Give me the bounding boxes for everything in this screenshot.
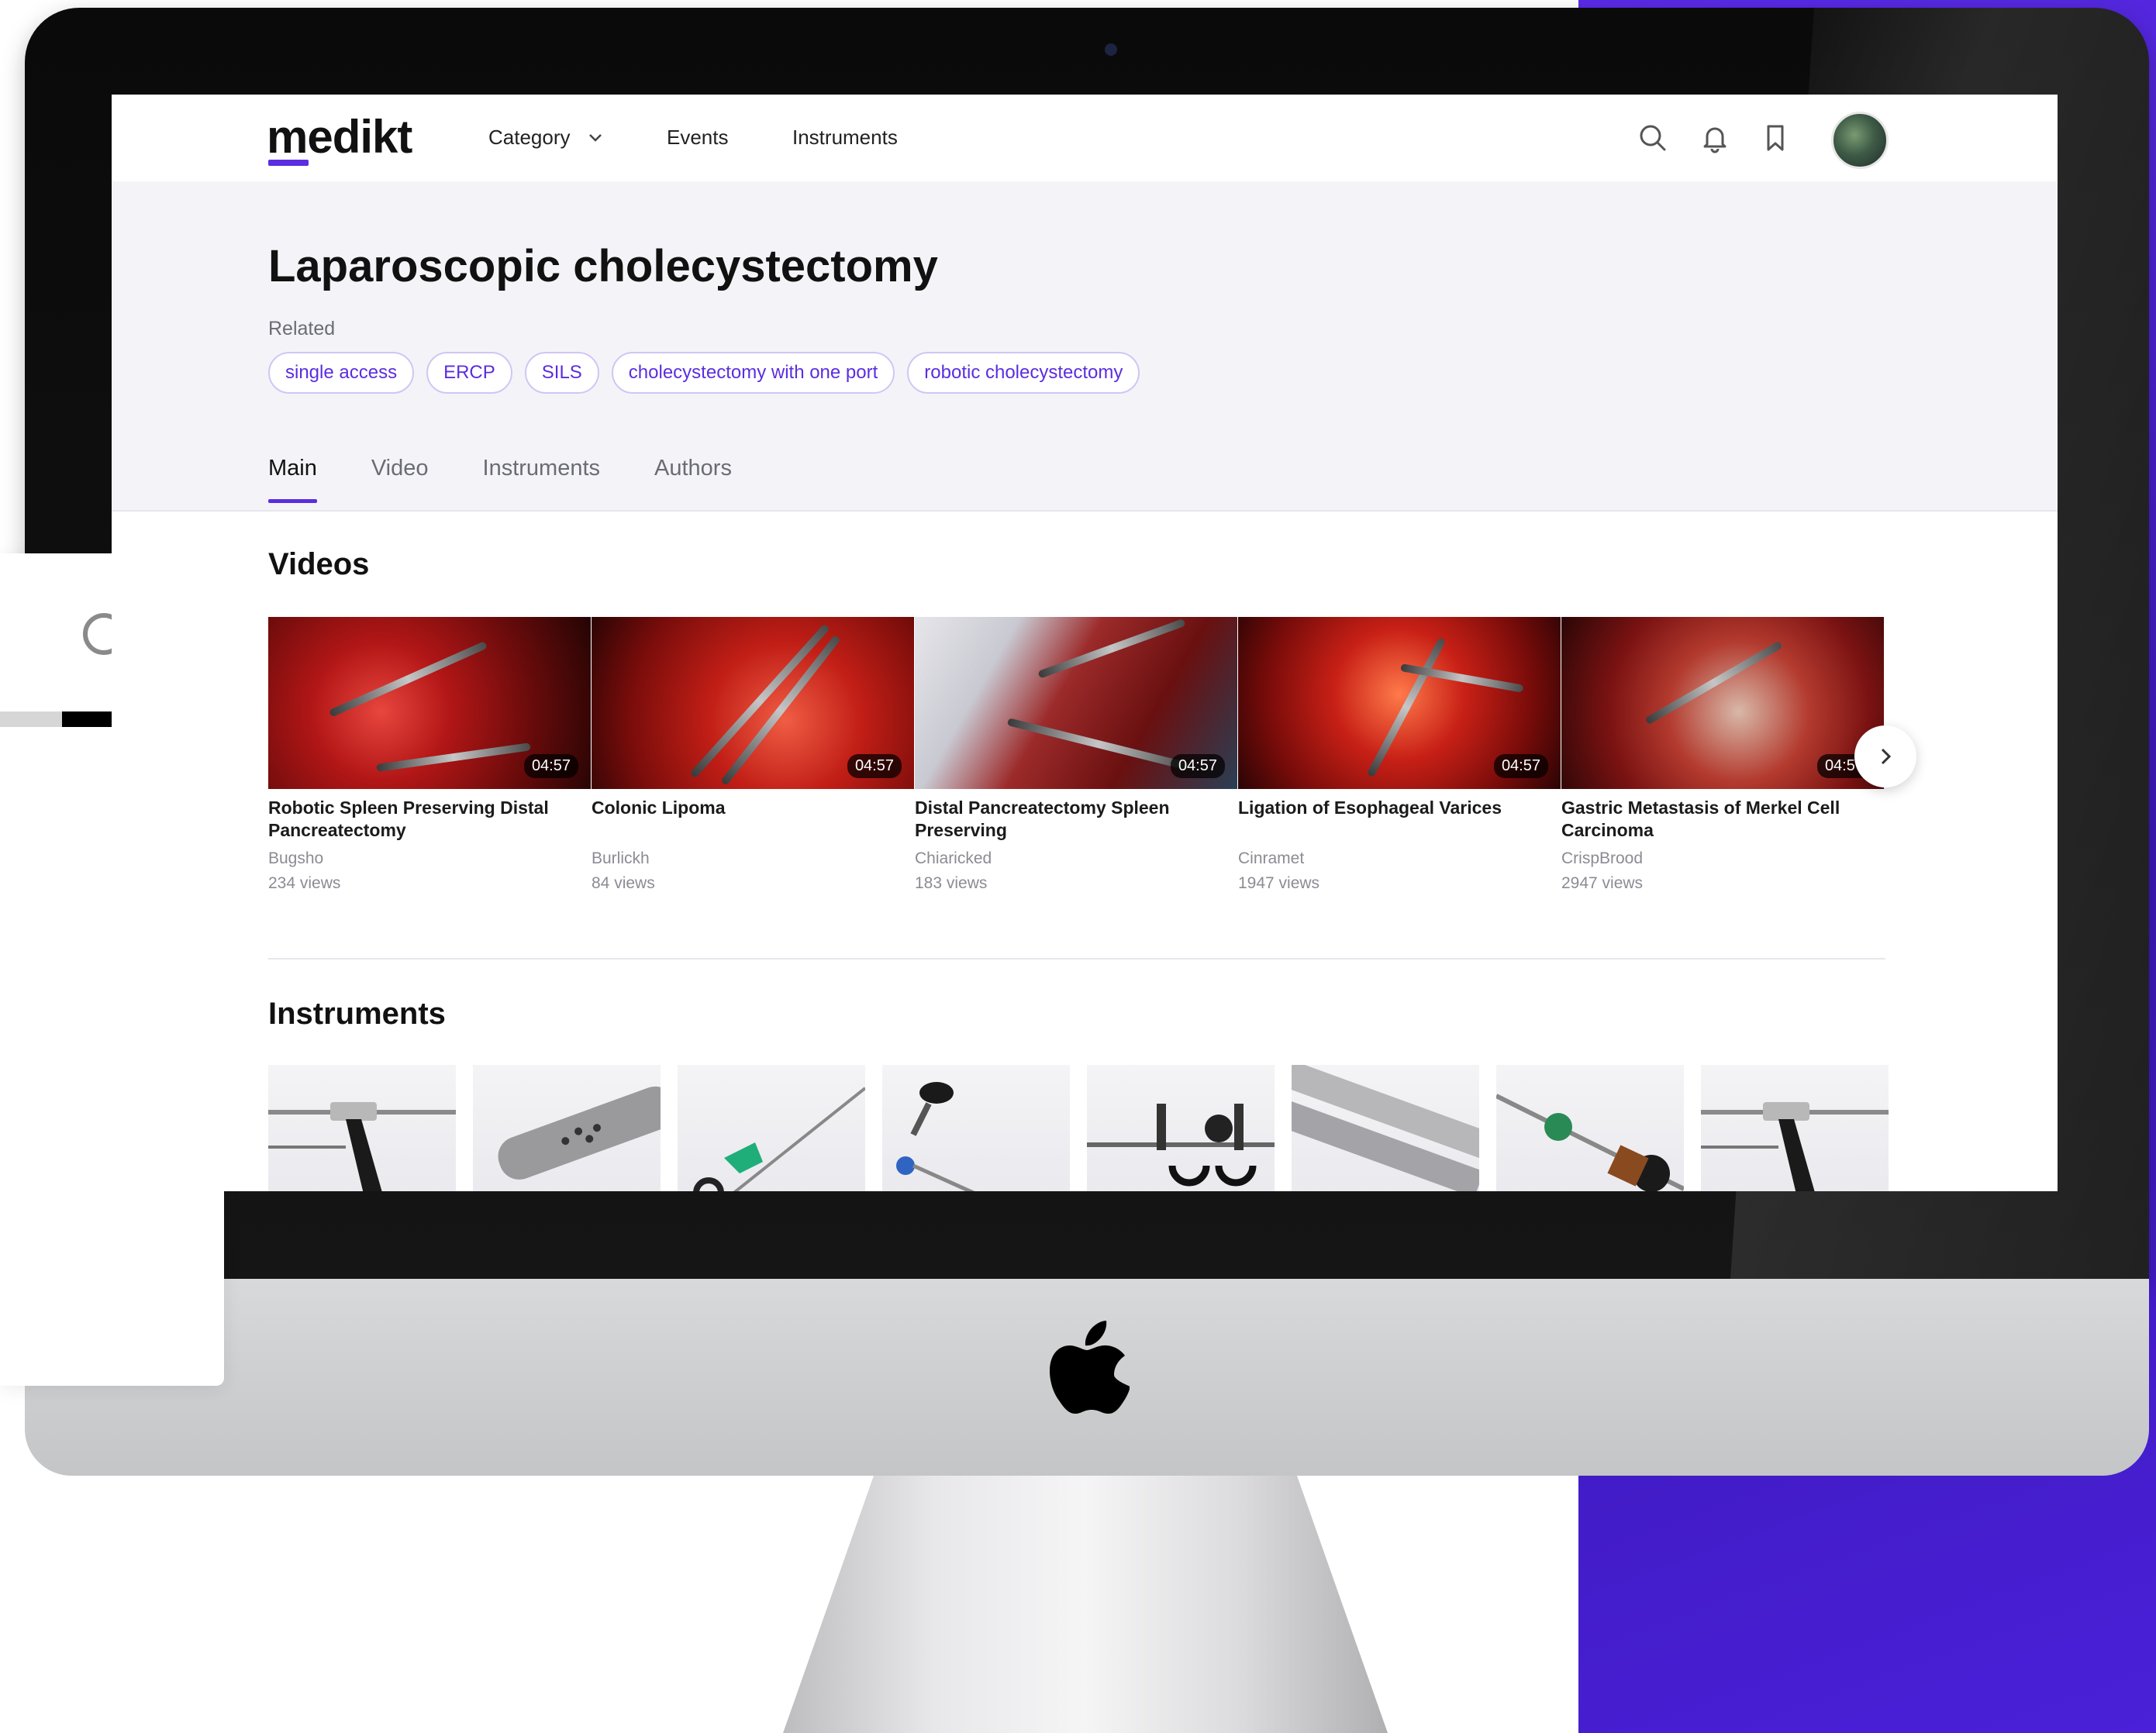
nav-category[interactable]: Category bbox=[488, 126, 571, 150]
tag-chip[interactable]: robotic cholecystectomy bbox=[907, 352, 1140, 394]
video-thumbnail[interactable]: 04:57 bbox=[915, 617, 1237, 789]
page-header: Laparoscopic cholecystectomy Related sin… bbox=[112, 181, 2058, 512]
video-author[interactable]: Burlickh bbox=[592, 849, 650, 868]
video-title[interactable]: Robotic Spleen Preserving Distal Pancrea… bbox=[268, 797, 591, 842]
video-title[interactable]: Ligation of Esophageal Varices bbox=[1238, 797, 1561, 819]
tab-instruments[interactable]: Instruments bbox=[483, 456, 601, 503]
imac-stand bbox=[783, 1476, 1388, 1733]
nav-instruments[interactable]: Instruments bbox=[792, 126, 898, 150]
tab-authors[interactable]: Authors bbox=[654, 456, 732, 503]
video-thumbnail[interactable]: 04:57 bbox=[268, 617, 591, 789]
related-label: Related bbox=[268, 318, 336, 339]
video-thumbnail[interactable]: 04:57 bbox=[1238, 617, 1561, 789]
logo[interactable]: medikt bbox=[267, 110, 412, 164]
related-tags: single access ERCP SILS cholecystectomy … bbox=[268, 352, 1140, 394]
video-title[interactable]: Distal Pancreatectomy Spleen Preserving bbox=[915, 797, 1237, 842]
camera-dot bbox=[1105, 43, 1117, 56]
apple-logo-icon bbox=[1050, 1321, 1130, 1414]
top-navbar: medikt Category Events Instruments bbox=[112, 95, 2058, 183]
video-card[interactable]: 04:57 Robotic Spleen Preserving Distal P… bbox=[268, 617, 591, 892]
video-author[interactable]: CrispBrood bbox=[1561, 849, 1643, 868]
instrument-card[interactable] bbox=[268, 1065, 456, 1191]
page-tabs: Main Video Instruments Authors bbox=[268, 456, 732, 503]
instrument-card[interactable] bbox=[1496, 1065, 1684, 1191]
tag-chip[interactable]: SILS bbox=[524, 352, 599, 394]
instrument-image bbox=[1701, 1102, 1889, 1191]
instrument-image bbox=[268, 1102, 456, 1191]
video-duration: 04:57 bbox=[1170, 754, 1225, 778]
tag-chip[interactable]: single access bbox=[268, 352, 415, 394]
page-title: Laparoscopic cholecystectomy bbox=[268, 241, 938, 291]
instrument-card[interactable] bbox=[1701, 1065, 1889, 1191]
instrument-image bbox=[498, 1086, 661, 1180]
tag-chip[interactable]: ERCP bbox=[426, 352, 512, 394]
tab-main[interactable]: Main bbox=[268, 456, 317, 503]
tag-chip[interactable]: cholecystectomy with one port bbox=[611, 352, 895, 394]
video-card[interactable]: 04:57 Colonic Lipoma Burlickh 84 views bbox=[592, 617, 914, 892]
instrument-card[interactable] bbox=[1087, 1065, 1275, 1191]
instrument-image bbox=[1496, 1094, 1684, 1191]
section-divider bbox=[268, 958, 1885, 960]
instrument-card[interactable] bbox=[678, 1065, 865, 1191]
instrument-card[interactable] bbox=[882, 1065, 1070, 1191]
instrument-image bbox=[1292, 1065, 1479, 1191]
avatar[interactable] bbox=[1831, 112, 1889, 169]
chevron-down-icon[interactable] bbox=[586, 129, 605, 147]
video-views: 1947 views bbox=[1238, 874, 1320, 892]
carousel-next-button[interactable] bbox=[1854, 725, 1916, 787]
video-thumbnail[interactable]: 04:57 bbox=[1561, 617, 1884, 789]
video-duration: 04:57 bbox=[847, 754, 902, 778]
app-screen: medikt Category Events Instruments Lapar… bbox=[112, 95, 2058, 1191]
video-duration: 04:57 bbox=[1493, 754, 1548, 778]
instrument-image bbox=[1087, 1104, 1275, 1187]
instruments-carousel bbox=[268, 1065, 1889, 1191]
video-card[interactable]: 04:57 Gastric Metastasis of Merkel Cell … bbox=[1561, 617, 1884, 892]
video-views: 2947 views bbox=[1561, 874, 1644, 892]
video-views: 183 views bbox=[915, 874, 988, 892]
videos-carousel: 04:57 Robotic Spleen Preserving Distal P… bbox=[268, 617, 1885, 896]
chevron-right-icon bbox=[1881, 748, 1892, 765]
search-icon[interactable] bbox=[1636, 121, 1670, 155]
bookmark-icon[interactable] bbox=[1758, 121, 1792, 155]
video-views: 84 views bbox=[592, 874, 655, 892]
instrument-card[interactable] bbox=[473, 1065, 661, 1191]
instrument-card[interactable] bbox=[1292, 1065, 1479, 1191]
logo-underline bbox=[268, 160, 309, 166]
instrument-image bbox=[693, 1087, 865, 1191]
instrument-image bbox=[896, 1082, 975, 1191]
video-views: 234 views bbox=[268, 874, 341, 892]
video-card[interactable]: 04:57 Ligation of Esophageal Varices Cin… bbox=[1238, 617, 1561, 892]
instruments-heading: Instruments bbox=[268, 997, 446, 1031]
video-author[interactable]: Cinramet bbox=[1238, 849, 1304, 868]
video-duration: 04:57 bbox=[523, 754, 578, 778]
video-title[interactable]: Gastric Metastasis of Merkel Cell Carcin… bbox=[1561, 797, 1884, 842]
video-author[interactable]: Chiaricked bbox=[915, 849, 992, 868]
videos-heading: Videos bbox=[268, 547, 370, 581]
video-thumbnail[interactable]: 04:57 bbox=[592, 617, 914, 789]
bell-icon[interactable] bbox=[1698, 121, 1732, 155]
video-author[interactable]: Bugsho bbox=[268, 849, 323, 868]
nav-events[interactable]: Events bbox=[667, 126, 729, 150]
video-card[interactable]: 04:57 Distal Pancreatectomy Spleen Prese… bbox=[915, 617, 1237, 892]
video-title[interactable]: Colonic Lipoma bbox=[592, 797, 914, 819]
tab-video[interactable]: Video bbox=[371, 456, 429, 503]
